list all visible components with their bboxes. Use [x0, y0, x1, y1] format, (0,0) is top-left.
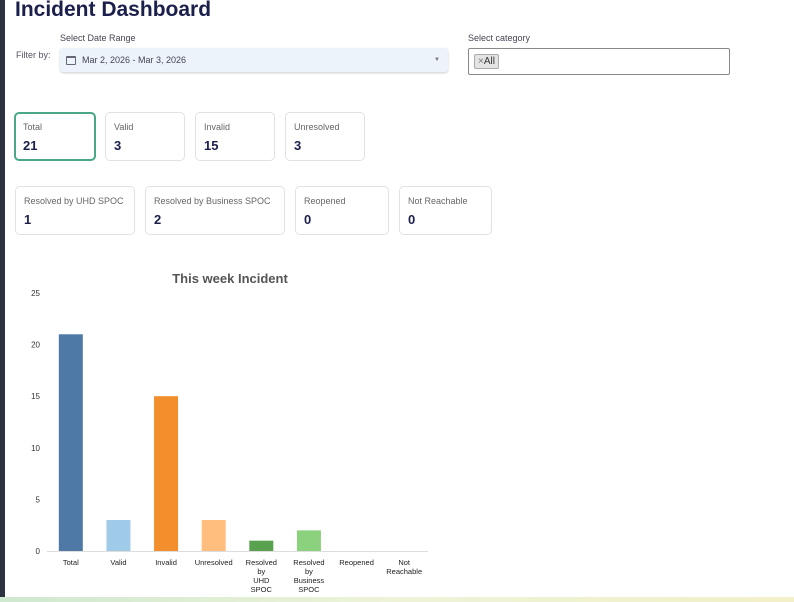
x-tick-label: Not Reachable	[386, 558, 422, 576]
card-value: 0	[408, 212, 416, 227]
x-tick-label: Total	[63, 558, 79, 567]
card-label: Total	[23, 122, 43, 132]
category-select[interactable]: ×All	[468, 48, 730, 75]
card-resolved-business[interactable]: Resolved by Business SPOC 2	[145, 186, 285, 235]
y-tick-label: 15	[31, 392, 40, 401]
y-tick-label: 10	[31, 444, 40, 453]
card-value: 15	[204, 138, 219, 153]
x-tick-label: Resolved by Business SPOC	[293, 558, 324, 594]
card-unresolved[interactable]: Unresolved 3	[285, 112, 365, 161]
x-tick-label: Resolved by UHD SPOC	[246, 558, 277, 594]
incident-bar-chart: This week Incident 0 5 10 15 20 25 Total Valid In…	[31, 271, 428, 594]
page-title: Incident Dashboard	[15, 0, 212, 21]
bar	[106, 520, 131, 551]
card-value: 2	[154, 212, 162, 227]
card-total[interactable]: Total 21	[14, 112, 96, 161]
bar	[296, 530, 321, 551]
card-label: Invalid	[204, 122, 231, 132]
y-tick-label: 0	[36, 547, 41, 556]
chart-title: This week Incident	[172, 271, 288, 286]
filter-by-label: Filter by:	[16, 50, 51, 60]
x-tick-label: Unresolved	[195, 558, 233, 567]
card-label: Valid	[114, 122, 134, 132]
category-label: Select category	[468, 33, 531, 43]
card-label: Resolved by UHD SPOC	[24, 196, 124, 206]
y-tick-label: 20	[31, 341, 40, 350]
card-label: Reopened	[304, 196, 346, 206]
x-tick-label: Valid	[110, 558, 126, 567]
y-tick-label: 5	[36, 495, 41, 504]
bar	[201, 520, 226, 551]
card-value: 3	[114, 138, 122, 153]
bottom-strip	[0, 597, 794, 602]
card-value: 1	[24, 212, 32, 227]
card-not-reachable[interactable]: Not Reachable 0	[399, 186, 492, 235]
date-range-picker[interactable]: Mar 2, 2026 - Mar 3, 2026 ▼	[60, 48, 448, 72]
caret-down-icon: ▼	[434, 57, 440, 63]
card-label: Not Reachable	[408, 196, 468, 206]
card-label: Unresolved	[294, 122, 340, 132]
category-tag-label: All	[483, 56, 495, 67]
category-tag: ×All	[474, 54, 499, 69]
card-valid[interactable]: Valid 3	[105, 112, 185, 161]
card-value: 21	[23, 138, 38, 153]
y-tick-label: 25	[31, 289, 40, 298]
bar	[58, 334, 83, 551]
card-invalid[interactable]: Invalid 15	[195, 112, 275, 161]
card-reopened[interactable]: Reopened 0	[295, 186, 389, 235]
card-label: Resolved by Business SPOC	[154, 196, 271, 206]
card-resolved-uhd[interactable]: Resolved by UHD SPOC 1	[15, 186, 135, 235]
date-range-label: Select Date Range	[60, 33, 136, 43]
calendar-icon	[66, 55, 76, 65]
x-tick-label: Invalid	[155, 558, 177, 567]
bar	[154, 396, 179, 551]
card-value: 3	[294, 138, 302, 153]
date-range-value: Mar 2, 2026 - Mar 3, 2026	[82, 55, 187, 65]
bar	[249, 540, 274, 551]
card-value: 0	[304, 212, 312, 227]
x-tick-label: Reopened	[339, 558, 374, 567]
